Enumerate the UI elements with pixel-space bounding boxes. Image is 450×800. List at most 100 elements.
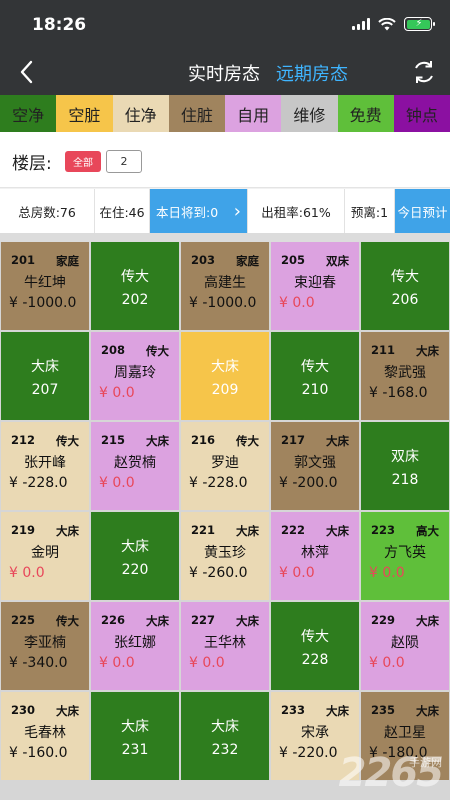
legend-item: 空净 — [0, 95, 57, 132]
room-cell[interactable]: 216 传大 罗迪 ¥ -228.0 — [181, 422, 269, 510]
room-type: 传大 — [301, 359, 329, 375]
room-cell[interactable]: 传大 228 — [271, 602, 359, 690]
stats-bar: 总房数:76 在住:46 本日将到:0 › 出租率:61% 预离:1 今日预计 — [0, 189, 450, 233]
room-balance: ¥ -228.0 — [9, 475, 68, 491]
room-type: 传大 — [236, 434, 259, 448]
guest-name: 宋承 — [301, 725, 329, 741]
room-cell[interactable]: 大床 207 — [1, 332, 89, 420]
room-balance: ¥ -228.0 — [189, 475, 248, 491]
stat-forecast[interactable]: 今日预计 — [395, 189, 450, 233]
room-cell[interactable]: 205 双床 束迎春 ¥ 0.0 — [271, 242, 359, 330]
room-number: 202 — [121, 292, 149, 308]
room-cell[interactable]: 双床 218 — [361, 422, 449, 510]
room-type: 大床 — [56, 704, 79, 718]
room-balance: ¥ -1000.0 — [189, 295, 257, 311]
room-cell[interactable]: 226 大床 张红娜 ¥ 0.0 — [91, 602, 179, 690]
room-type: 传大 — [121, 269, 149, 285]
guest-name: 张红娜 — [114, 635, 156, 651]
tab-future[interactable]: 远期房态 — [276, 60, 348, 86]
room-cell[interactable]: 传大 202 — [91, 242, 179, 330]
room-cell[interactable]: 大床 232 — [181, 692, 269, 780]
nav-bar: 实时房态 远期房态 — [0, 52, 450, 92]
room-cell[interactable]: 219 大床 金明 ¥ 0.0 — [1, 512, 89, 600]
floor-all-button[interactable]: 全部 — [65, 151, 101, 172]
room-type: 大床 — [211, 719, 239, 735]
watermark: 2265 — [338, 750, 444, 796]
guest-name: 王华林 — [204, 635, 246, 651]
room-cell[interactable]: 227 大床 王华林 ¥ 0.0 — [181, 602, 269, 690]
room-type: 大床 — [326, 704, 349, 718]
room-cell[interactable]: 223 高大 方飞英 ¥ 0.0 — [361, 512, 449, 600]
room-number: 223 — [371, 523, 396, 537]
room-number: 225 — [11, 613, 36, 627]
room-type: 传大 — [391, 269, 419, 285]
room-type: 传大 — [301, 629, 329, 645]
room-balance: ¥ 0.0 — [369, 655, 405, 671]
room-type: 大床 — [146, 614, 169, 628]
room-number: 228 — [301, 652, 329, 668]
room-balance: ¥ -200.0 — [279, 475, 338, 491]
room-type: 双床 — [391, 449, 419, 465]
floor-2-button[interactable]: 2 — [106, 150, 142, 173]
room-type: 高大 — [416, 524, 439, 538]
tab-realtime[interactable]: 实时房态 — [188, 60, 260, 86]
room-cell[interactable]: 传大 210 — [271, 332, 359, 420]
legend-item: 维修 — [281, 95, 338, 132]
room-balance: ¥ -260.0 — [189, 565, 248, 581]
refresh-icon[interactable] — [410, 58, 438, 86]
guest-name: 张开峰 — [24, 455, 66, 471]
room-number: 211 — [371, 343, 396, 357]
room-cell[interactable]: 201 家庭 牛红坤 ¥ -1000.0 — [1, 242, 89, 330]
room-number: 208 — [101, 343, 126, 357]
room-cell[interactable]: 211 大床 黎武强 ¥ -168.0 — [361, 332, 449, 420]
room-cell[interactable]: 208 传大 周嘉玲 ¥ 0.0 — [91, 332, 179, 420]
room-type: 大床 — [416, 614, 439, 628]
room-cell[interactable]: 大床 220 — [91, 512, 179, 600]
room-number: 229 — [371, 613, 396, 627]
room-number: 231 — [121, 742, 149, 758]
room-type: 家庭 — [236, 254, 259, 268]
room-number: 230 — [11, 703, 36, 717]
room-cell[interactable]: 222 大床 林萍 ¥ 0.0 — [271, 512, 359, 600]
guest-name: 金明 — [31, 545, 59, 561]
back-arrow-icon[interactable] — [14, 57, 40, 87]
room-cell[interactable]: 203 家庭 高建生 ¥ -1000.0 — [181, 242, 269, 330]
room-number: 217 — [281, 433, 306, 447]
guest-name: 郭文强 — [294, 455, 336, 471]
guest-name: 牛红坤 — [24, 275, 66, 291]
room-type: 传大 — [146, 344, 169, 358]
room-cell[interactable]: 212 传大 张开峰 ¥ -228.0 — [1, 422, 89, 510]
room-cell[interactable]: 230 大床 毛春林 ¥ -160.0 — [1, 692, 89, 780]
guest-name: 赵贺楠 — [114, 455, 156, 471]
room-cell[interactable]: 229 大床 赵陨 ¥ 0.0 — [361, 602, 449, 690]
room-type: 大床 — [236, 614, 259, 628]
room-cell[interactable]: 221 大床 黄玉珍 ¥ -260.0 — [181, 512, 269, 600]
stat-total: 总房数:76 — [0, 189, 95, 233]
stat-rate: 出租率:61% — [248, 189, 345, 233]
room-type: 家庭 — [56, 254, 79, 268]
room-cell[interactable]: 225 传大 李亚楠 ¥ -340.0 — [1, 602, 89, 690]
room-grid: 235 大床 赵卫星 ¥ -180.0 233 大床 宋承 ¥ -220.0 大床 232 大床 23… — [0, 242, 450, 800]
room-cell[interactable]: 217 大床 郭文强 ¥ -200.0 — [271, 422, 359, 510]
legend-item: 空脏 — [56, 95, 113, 132]
stat-occupied: 在住:46 — [95, 189, 150, 233]
room-cell[interactable]: 215 大床 赵贺楠 ¥ 0.0 — [91, 422, 179, 510]
room-number: 220 — [121, 562, 149, 578]
room-type: 大床 — [416, 344, 439, 358]
room-cell[interactable]: 大床 209 — [181, 332, 269, 420]
room-number: 232 — [211, 742, 239, 758]
guest-name: 周嘉玲 — [114, 365, 156, 381]
room-type: 双床 — [326, 254, 349, 268]
room-number: 215 — [101, 433, 126, 447]
stat-reserved: 预离:1 — [345, 189, 395, 233]
room-number: 218 — [391, 472, 419, 488]
stat-arriving[interactable]: 本日将到:0 › — [150, 189, 248, 233]
status-legend: 空净 空脏 住净 住脏 自用 维修 免费 钟点 — [0, 95, 450, 132]
battery-icon: ⚡ — [404, 17, 435, 31]
room-number: 216 — [191, 433, 216, 447]
room-cell[interactable]: 大床 231 — [91, 692, 179, 780]
room-balance: ¥ 0.0 — [369, 565, 405, 581]
floor-label: 楼层: — [12, 154, 52, 174]
room-balance: ¥ -1000.0 — [9, 295, 77, 311]
room-cell[interactable]: 传大 206 — [361, 242, 449, 330]
